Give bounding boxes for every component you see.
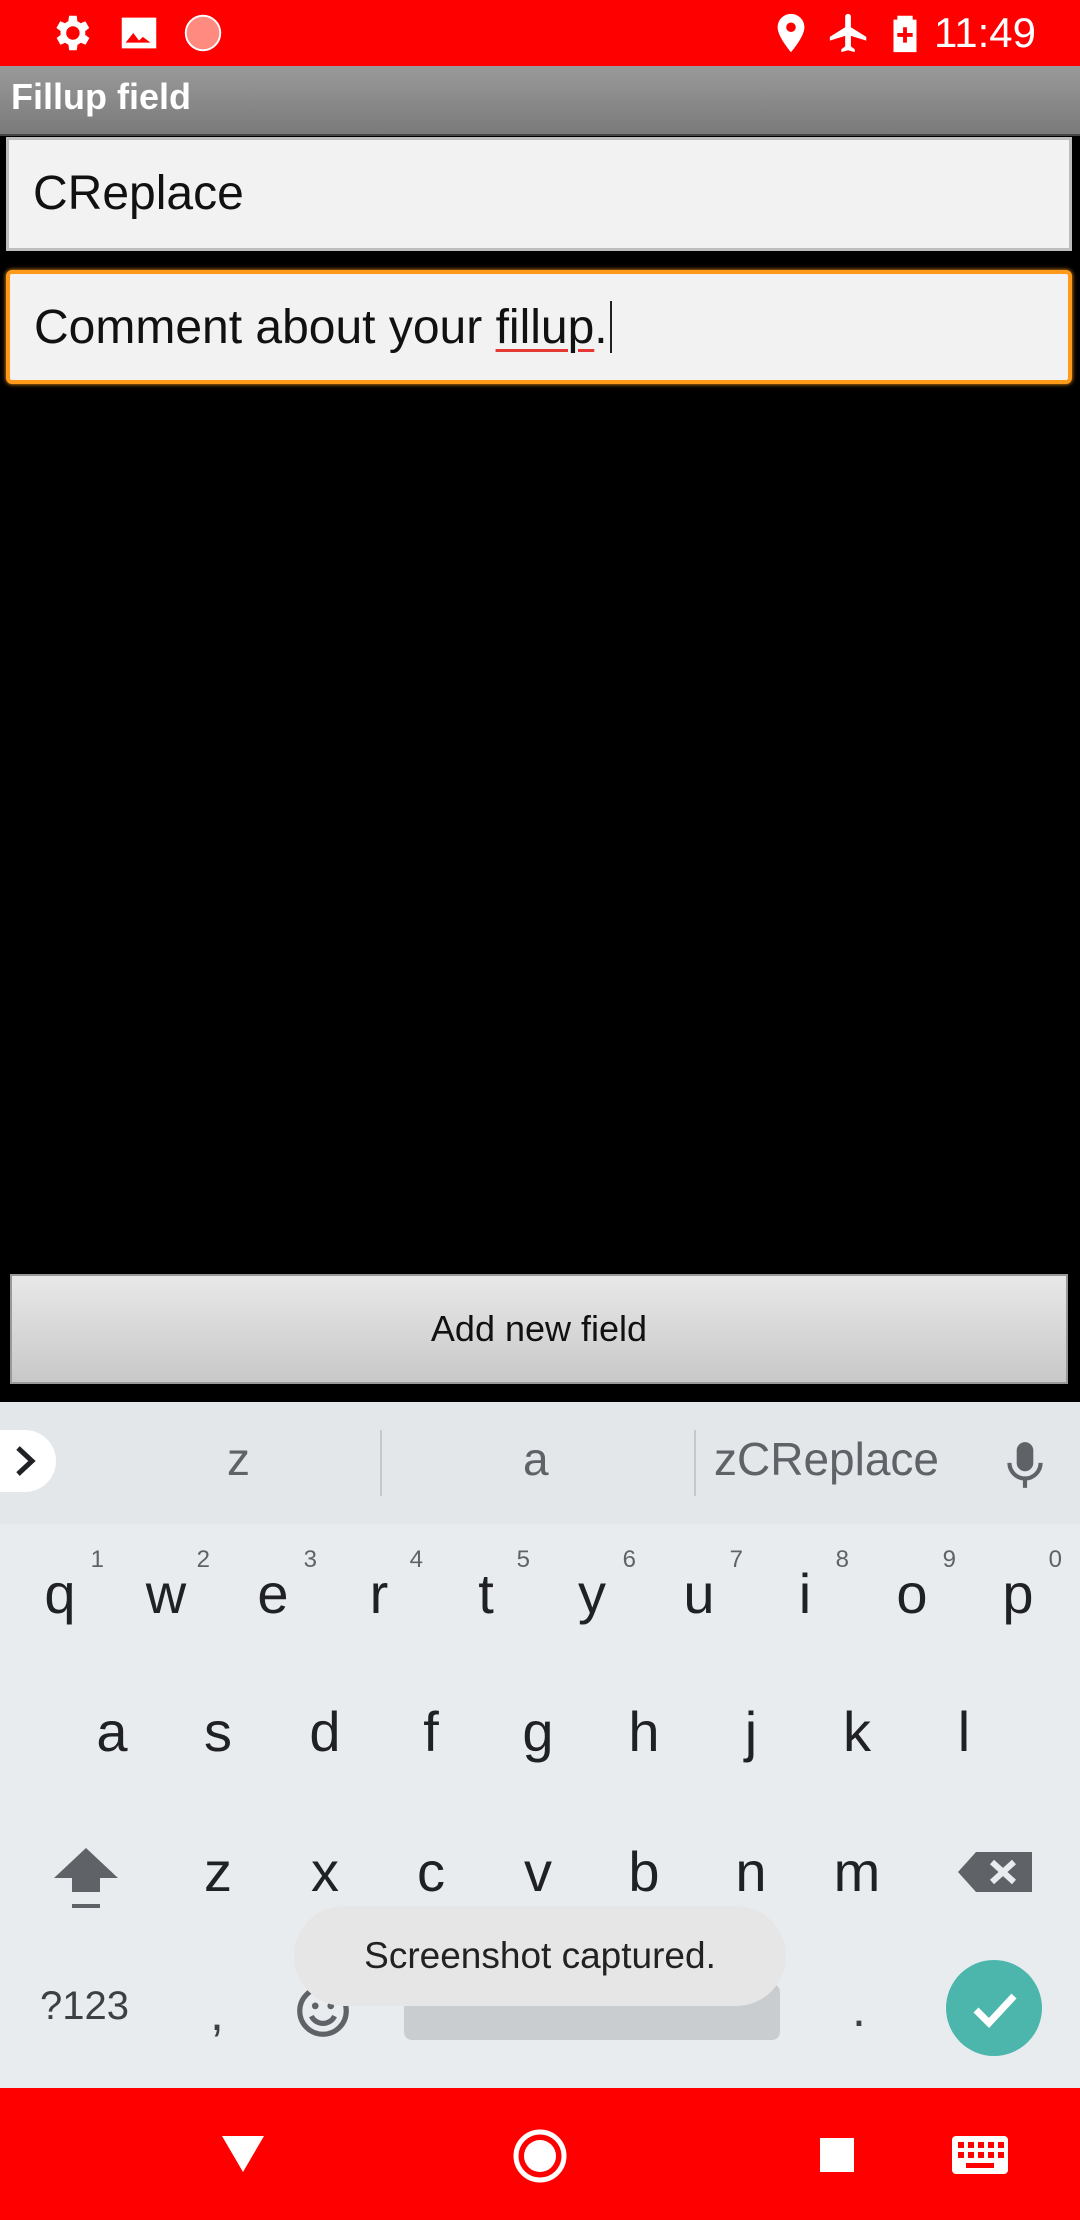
- toast-message: Screenshot captured.: [294, 1906, 786, 2006]
- comment-value: Comment about your fillup.: [34, 300, 612, 355]
- page-title: Fillup field: [11, 76, 191, 117]
- key-label: o: [896, 1562, 928, 1625]
- chevron-right-icon: [16, 1446, 36, 1476]
- key-hint: 1: [90, 1546, 104, 1573]
- key-d[interactable]: d: [273, 1672, 377, 1792]
- suggestion-divider: [380, 1430, 382, 1496]
- comment-text-suffix: .: [594, 301, 608, 354]
- battery-charging-icon: [893, 15, 917, 53]
- home-icon[interactable]: [512, 2128, 568, 2184]
- key-k[interactable]: k: [805, 1672, 909, 1792]
- key-hint: 4: [409, 1546, 423, 1573]
- key-label: r: [369, 1562, 389, 1625]
- key-u[interactable]: u7: [647, 1534, 751, 1654]
- microphone-icon[interactable]: [1000, 1438, 1050, 1492]
- key-hint: 6: [622, 1546, 636, 1573]
- recents-icon[interactable]: [818, 2136, 856, 2174]
- fillup-field-value: CReplace: [33, 167, 244, 220]
- suggestion-divider: [694, 1430, 696, 1496]
- suggestion-strip: z a zCReplace: [0, 1402, 1080, 1524]
- clock: 11:49: [934, 9, 1036, 56]
- key-hint: 2: [196, 1546, 210, 1573]
- key-label: p: [1002, 1562, 1034, 1625]
- navigation-bar: [0, 2088, 1080, 2220]
- key-label: q: [44, 1562, 76, 1625]
- symbols-key[interactable]: ?123: [40, 1984, 129, 2029]
- key-label: i: [798, 1562, 812, 1625]
- key-s[interactable]: s: [166, 1672, 270, 1792]
- status-bar: 11:49: [0, 0, 1080, 66]
- key-m[interactable]: m: [805, 1812, 909, 1932]
- key-r[interactable]: r4: [327, 1534, 431, 1654]
- comment-text-prefix: Comment about your: [34, 301, 496, 354]
- checkmark-icon: [973, 1993, 1017, 2029]
- key-hint: 7: [729, 1546, 743, 1573]
- key-hint: 9: [942, 1546, 956, 1573]
- key-h[interactable]: h: [592, 1672, 696, 1792]
- key-z[interactable]: z: [166, 1812, 270, 1932]
- comma-key[interactable]: ,: [210, 1984, 224, 2042]
- fillup-field-input[interactable]: CReplace: [6, 137, 1072, 251]
- misspelled-word[interactable]: fillup: [496, 301, 595, 354]
- airplane-icon: [829, 13, 867, 53]
- key-label: w: [145, 1562, 187, 1625]
- suggestion-2[interactable]: a: [523, 1432, 549, 1486]
- key-i[interactable]: i8: [753, 1534, 857, 1654]
- key-w[interactable]: w2: [114, 1534, 218, 1654]
- key-hint: 0: [1048, 1546, 1062, 1573]
- key-f[interactable]: f: [379, 1672, 483, 1792]
- key-q[interactable]: q1: [8, 1534, 112, 1654]
- key-label: u: [683, 1562, 715, 1625]
- key-j[interactable]: j: [699, 1672, 803, 1792]
- key-hint: 5: [516, 1546, 530, 1573]
- key-e[interactable]: e3: [221, 1534, 325, 1654]
- record-icon: [184, 14, 222, 52]
- settings-icon: [56, 15, 90, 51]
- key-label: t: [478, 1562, 494, 1625]
- suggestion-3[interactable]: zCReplace: [714, 1432, 939, 1486]
- key-o[interactable]: o9: [860, 1534, 964, 1654]
- key-t[interactable]: t5: [434, 1534, 538, 1654]
- backspace-key[interactable]: [942, 1812, 1046, 1932]
- text-cursor: [609, 301, 612, 353]
- back-icon[interactable]: [218, 2132, 268, 2176]
- key-p[interactable]: p0: [966, 1534, 1070, 1654]
- backspace-icon: [958, 1852, 1032, 1892]
- suggestion-1[interactable]: z: [227, 1432, 250, 1486]
- shift-icon: [54, 1848, 118, 1908]
- key-label: e: [257, 1562, 289, 1625]
- key-l[interactable]: l: [912, 1672, 1016, 1792]
- key-g[interactable]: g: [486, 1672, 590, 1792]
- key-a[interactable]: a: [60, 1672, 164, 1792]
- key-hint: 8: [835, 1546, 849, 1573]
- image-icon: [121, 17, 157, 49]
- key-hint: 3: [303, 1546, 317, 1573]
- key-y[interactable]: y6: [540, 1534, 644, 1654]
- enter-key[interactable]: [946, 1960, 1042, 2056]
- comment-input[interactable]: Comment about your fillup.: [6, 270, 1072, 384]
- expand-toolbar-button[interactable]: [0, 1430, 56, 1492]
- add-new-field-button[interactable]: Add new field: [10, 1274, 1068, 1384]
- key-label: y: [578, 1562, 606, 1625]
- location-icon: [777, 13, 805, 53]
- period-key[interactable]: .: [852, 1980, 866, 2038]
- shift-key[interactable]: [34, 1812, 138, 1932]
- keyboard-icon[interactable]: [950, 2134, 1010, 2176]
- title-bar: Fillup field: [0, 66, 1080, 136]
